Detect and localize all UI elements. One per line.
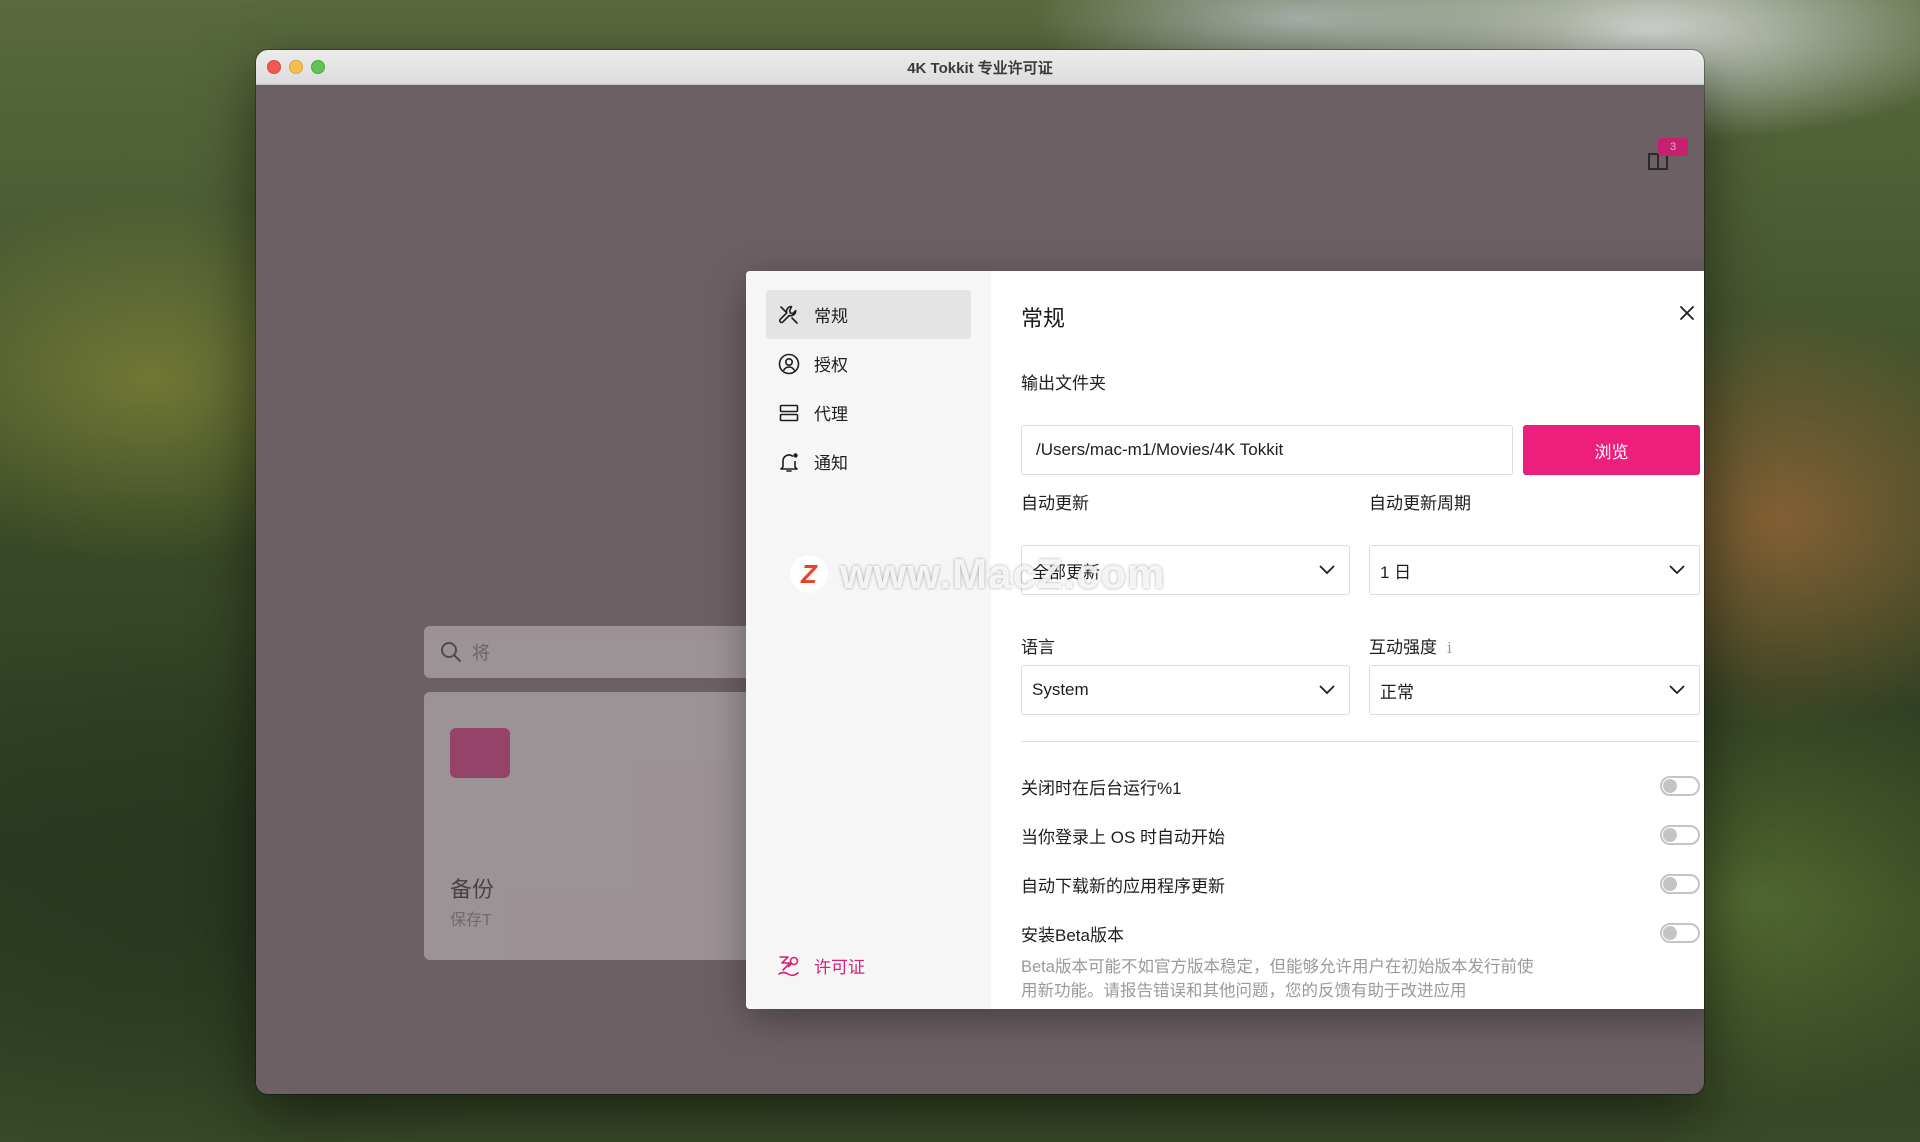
chevron-down-icon xyxy=(1669,685,1685,695)
output-folder-input[interactable] xyxy=(1021,425,1513,475)
sidebar-item-notifications[interactable]: 通知 xyxy=(766,437,971,486)
output-folder-label: 输出文件夹 xyxy=(1021,374,1106,393)
auto-update-period-label: 自动更新周期 xyxy=(1369,494,1471,513)
toggle-label: 当你登录上 OS 时自动开始 xyxy=(1021,827,1226,847)
bell-icon xyxy=(776,449,802,475)
key-signature-icon xyxy=(776,952,802,978)
auto-update-period-value: 1 日 xyxy=(1380,562,1412,582)
page-title: 常规 xyxy=(1021,306,1066,331)
server-icon xyxy=(776,400,802,426)
interaction-intensity-value: 正常 xyxy=(1380,682,1414,702)
auto-update-period-select[interactable]: 1 日 xyxy=(1369,545,1700,595)
sidebar-item-label: 授权 xyxy=(814,356,848,375)
background-backup-title: 备份 xyxy=(450,877,495,902)
language-select[interactable]: System xyxy=(1021,665,1350,715)
backup-folder-icon xyxy=(450,728,510,778)
sidebar-item-general[interactable]: 常规 xyxy=(766,290,971,339)
browse-button[interactable]: 浏览 xyxy=(1523,425,1700,475)
sidebar-item-authorization[interactable]: 授权 xyxy=(766,339,971,388)
language-label: 语言 xyxy=(1021,638,1055,657)
window-controls xyxy=(267,60,325,74)
toggle-label: 安装Beta版本 xyxy=(1021,925,1124,945)
background-backup-subtitle: 保存T xyxy=(450,912,492,929)
auto-download-updates-toggle[interactable] xyxy=(1660,874,1700,894)
section-divider xyxy=(1021,741,1700,742)
close-icon xyxy=(1680,306,1694,320)
sidebar-item-license[interactable]: 许可证 xyxy=(766,945,865,985)
title-bar: 4K Tokkit 专业许可证 xyxy=(256,50,1704,85)
window-title: 4K Tokkit 专业许可证 xyxy=(907,59,1053,77)
info-icon[interactable]: i xyxy=(1447,639,1452,657)
chevron-down-icon xyxy=(1319,565,1335,575)
toggle-row-background-run: 关闭时在后台运行%1 xyxy=(1021,771,1700,801)
dialog-close-button[interactable] xyxy=(1675,301,1699,325)
sidebar-item-proxy[interactable]: 代理 xyxy=(766,388,971,437)
settings-dialog: 常规 授权 代理 通知 许可证 常规 输出文件夹 /Users/mac-m1/M… xyxy=(746,271,1704,1009)
auto-update-value: 全部更新 xyxy=(1032,562,1100,582)
app-window: 4K Tokkit 专业许可证 将 备份 保存T 3 常规 授权 代理 通知 许… xyxy=(256,50,1704,1094)
sidebar-item-label: 代理 xyxy=(814,405,848,424)
interaction-intensity-label-wrap: 互动强度 i xyxy=(1369,633,1452,658)
background-search-placeholder: 将 xyxy=(472,643,490,663)
notification-badge: 3 xyxy=(1658,138,1688,156)
auto-update-select[interactable]: 全部更新 xyxy=(1021,545,1350,595)
chevron-down-icon xyxy=(1319,685,1335,695)
auto-update-label: 自动更新 xyxy=(1021,494,1089,513)
toggle-row-autostart: 当你登录上 OS 时自动开始 xyxy=(1021,820,1700,850)
sidebar-item-label: 通知 xyxy=(814,454,848,473)
window-close-button[interactable] xyxy=(267,60,281,74)
toggle-label: 关闭时在后台运行%1 xyxy=(1021,778,1182,798)
search-icon xyxy=(441,642,461,662)
language-value: System xyxy=(1032,680,1089,699)
interaction-intensity-label: 互动强度 xyxy=(1369,638,1437,657)
wrench-icon xyxy=(776,302,802,328)
settings-sidebar: 常规 授权 代理 通知 许可证 xyxy=(746,271,991,1009)
user-circle-icon xyxy=(776,351,802,377)
chevron-down-icon xyxy=(1669,565,1685,575)
settings-content: 常规 输出文件夹 浏览 自动更新 全部更新 自动更新周期 1 日 xyxy=(991,271,1704,1009)
toggle-label: 自动下载新的应用程序更新 xyxy=(1021,876,1225,896)
toggle-row-beta: 安装Beta版本 xyxy=(1021,918,1700,948)
autostart-toggle[interactable] xyxy=(1660,825,1700,845)
sidebar-item-label: 常规 xyxy=(814,307,848,326)
window-zoom-button[interactable] xyxy=(311,60,325,74)
window-minimize-button[interactable] xyxy=(289,60,303,74)
interaction-intensity-select[interactable]: 正常 xyxy=(1369,665,1700,715)
license-label: 许可证 xyxy=(814,957,865,977)
beta-description: Beta版本可能不如官方版本稳定，但能够允许用户在初始版本发行前使用新功能。请报… xyxy=(1021,958,1534,1000)
background-run-toggle[interactable] xyxy=(1660,776,1700,796)
beta-toggle[interactable] xyxy=(1660,923,1700,943)
toggle-row-auto-download-updates: 自动下载新的应用程序更新 xyxy=(1021,869,1700,899)
